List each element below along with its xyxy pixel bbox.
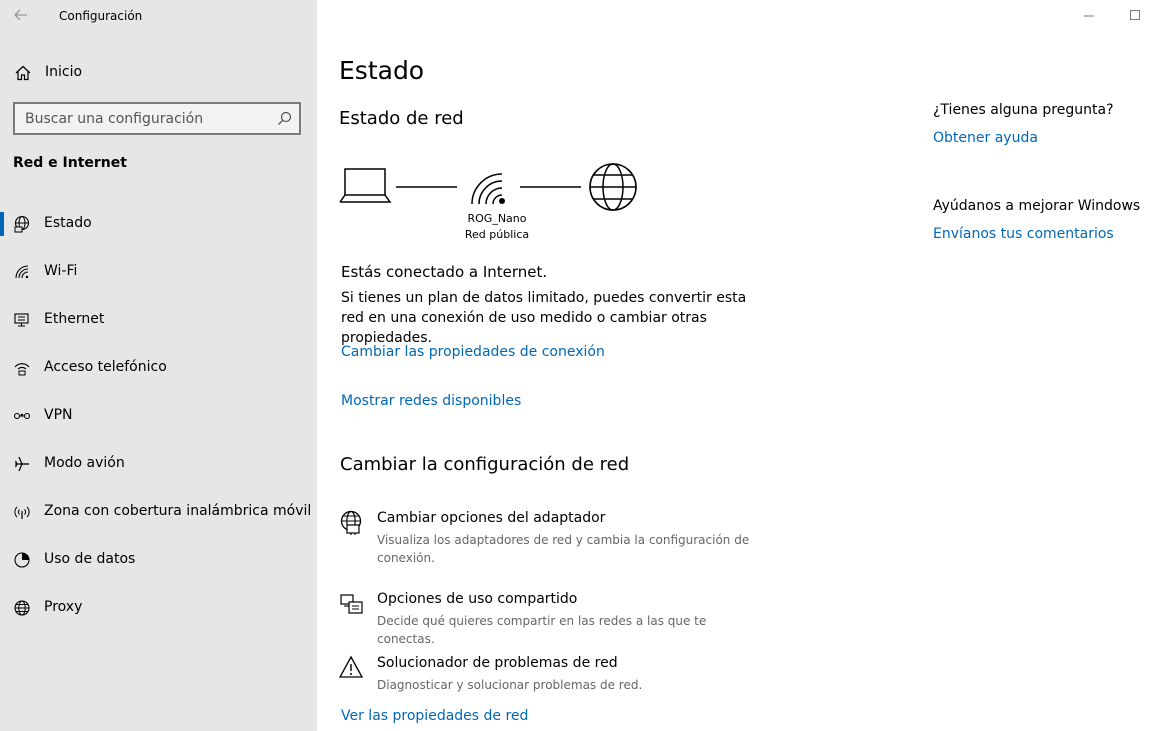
get-help-link[interactable]: Obtener ayuda [933,130,1038,146]
warning-icon [339,655,364,678]
option-description: Diagnosticar y solucionar problemas de r… [377,678,643,692]
sidebar-item-zona-cobertura[interactable]: Zona con cobertura inalámbrica móvil [0,488,317,536]
minimize-button[interactable] [1066,0,1112,32]
sidebar-item-label: Uso de datos [44,551,136,567]
connected-status: Estás conectado a Internet. [341,263,548,281]
sharing-icon [340,594,363,614]
search-box [13,102,301,135]
adapter-globe-icon [340,510,362,535]
improve-windows-heading: Ayúdanos a mejorar Windows [933,198,1141,214]
sidebar-item-label: Zona con cobertura inalámbrica móvil [44,503,312,519]
ethernet-icon [14,313,29,327]
sidebar-item-label: Acceso telefónico [44,359,167,375]
view-network-properties-link[interactable]: Ver las propiedades de red [341,708,528,724]
option-title: Solucionador de problemas de red [377,655,618,671]
vpn-icon [13,412,31,420]
back-arrow-icon [14,9,27,21]
maximize-button[interactable] [1112,0,1158,32]
show-available-networks-link[interactable]: Mostrar redes disponibles [341,393,521,409]
sidebar-item-label: Modo avión [44,455,125,471]
send-feedback-link[interactable]: Envíanos tus comentarios [933,226,1114,242]
wifi-signal-icon [471,173,505,205]
sidebar-item-vpn[interactable]: VPN [0,392,317,440]
sidebar-item-label: VPN [44,407,73,423]
sidebar-item-label: Estado [44,215,92,231]
option-description: Decide qué quieres compartir en las rede… [377,614,707,646]
page-title: Estado [339,56,425,85]
search-input[interactable] [15,104,269,133]
back-button[interactable] [10,4,32,26]
sidebar-item-acceso-telefonico[interactable]: Acceso telefónico [0,344,317,392]
question-heading: ¿Tienes alguna pregunta? [933,102,1114,118]
sidebar-item-uso-datos[interactable]: Uso de datos [0,536,317,584]
sidebar-item-label: Wi-Fi [44,263,78,279]
network-status-heading: Estado de red [339,108,464,129]
search-icon[interactable] [276,110,293,127]
change-settings-heading: Cambiar la configuración de red [340,454,630,475]
home-label: Inicio [45,64,83,80]
wifi-icon [15,265,29,279]
option-title: Opciones de uso compartido [377,591,578,607]
sidebar: Configuración Inicio Red e Internet Esta… [0,0,317,731]
network-troubleshooter-item[interactable]: Solucionador de problemas de red Diagnos… [339,655,759,695]
section-title: Red e Internet [13,155,127,171]
network-label: ROG_Nano Red pública [457,211,537,243]
home-icon [15,65,31,81]
title-bar: Configuración [0,0,317,32]
metered-description: Si tienes un plan de datos limitado, pue… [341,290,747,346]
globe-status-icon [14,215,30,233]
minimize-icon [1084,15,1094,17]
network-name: ROG_Nano [467,212,527,225]
app-title: Configuración [59,9,143,23]
maximize-icon [1130,10,1140,20]
home-link[interactable]: Inicio [0,58,317,88]
dialup-icon [14,363,30,376]
sidebar-item-label: Proxy [44,599,83,615]
internet-globe-icon [589,163,637,211]
data-usage-icon [14,552,30,568]
sidebar-item-estado[interactable]: Estado [0,200,317,248]
adapter-options-item[interactable]: Cambiar opciones del adaptador Visualiza… [339,510,759,566]
change-connection-properties-link[interactable]: Cambiar las propiedades de conexión [341,344,605,360]
network-type: Red pública [464,228,530,241]
sidebar-item-modo-avion[interactable]: Modo avión [0,440,317,488]
sidebar-item-wifi[interactable]: Wi-Fi [0,248,317,296]
option-title: Cambiar opciones del adaptador [377,510,606,526]
proxy-globe-icon [14,600,30,616]
sidebar-item-ethernet[interactable]: Ethernet [0,296,317,344]
hotspot-icon [14,506,30,519]
sidebar-nav: Estado Wi-Fi Ethernet Acceso telefónico … [0,200,317,632]
laptop-icon [339,168,392,203]
sidebar-item-proxy[interactable]: Proxy [0,584,317,632]
sharing-options-item[interactable]: Opciones de uso compartido Decide qué qu… [339,591,759,646]
sidebar-item-label: Ethernet [44,311,105,327]
option-description: Visualiza los adaptadores de red y cambi… [377,533,750,565]
main-content: Estado Estado de red ROG_Nano Red públic… [317,0,1168,731]
airplane-icon [14,456,29,472]
